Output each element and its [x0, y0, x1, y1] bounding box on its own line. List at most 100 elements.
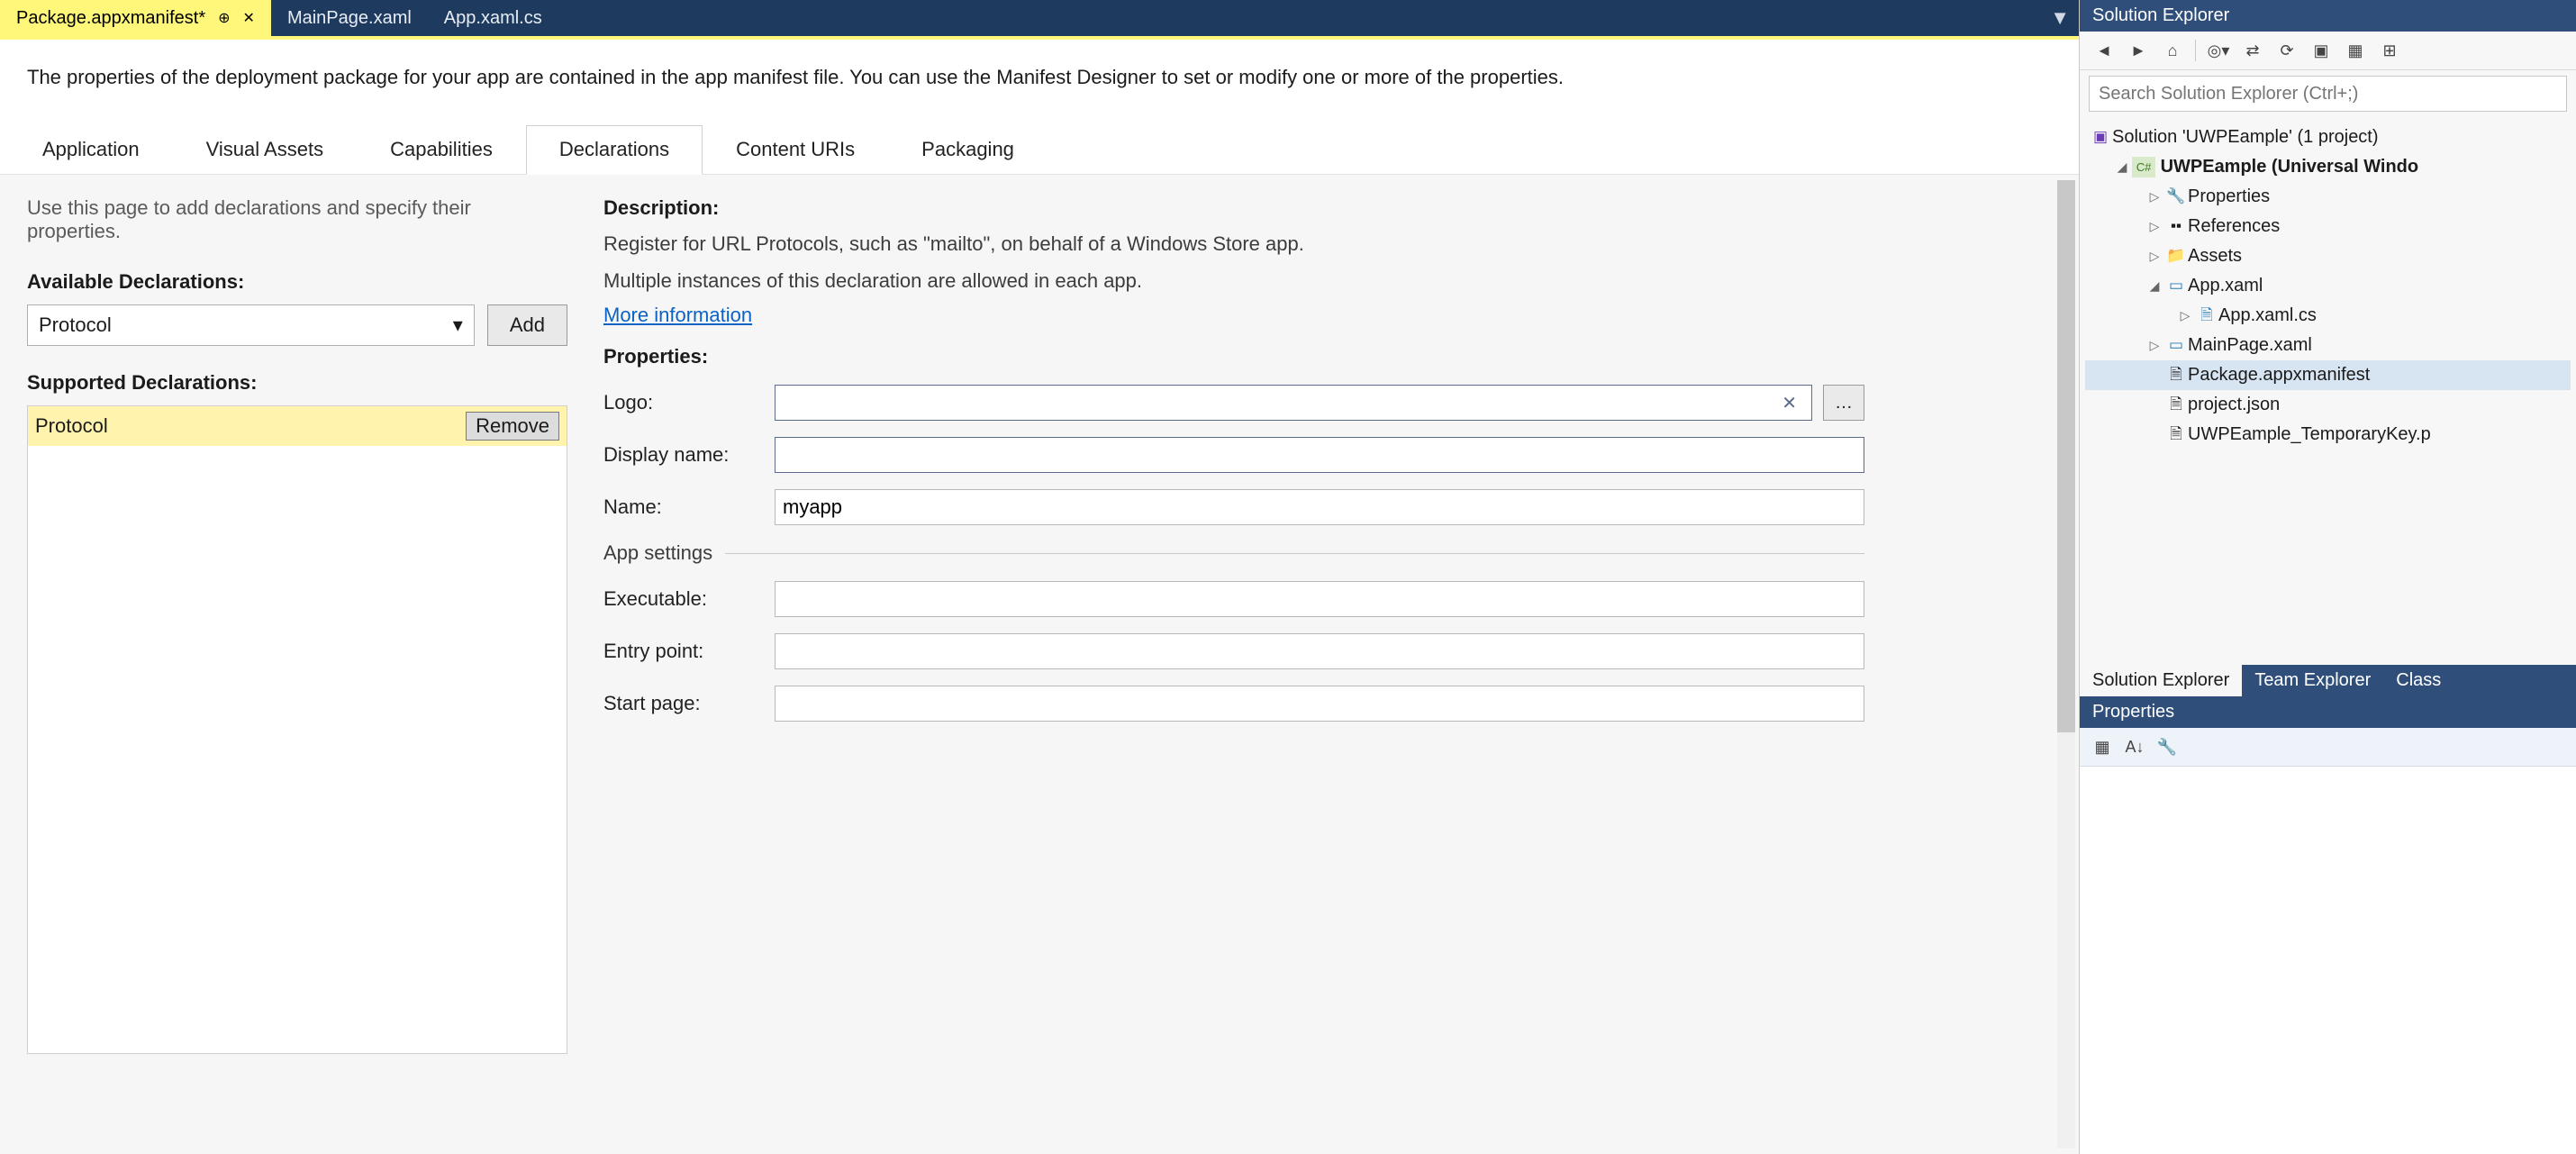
tab-mainpage-xaml[interactable]: MainPage.xaml: [271, 0, 428, 36]
categorized-icon[interactable]: ▦: [2091, 735, 2114, 759]
folder-icon: 📁: [2164, 243, 2188, 268]
tab-package-manifest[interactable]: Package.appxmanifest* ⊕ ✕: [0, 0, 271, 36]
editor-area: Package.appxmanifest* ⊕ ✕ MainPage.xaml …: [0, 0, 2079, 1154]
close-icon[interactable]: ✕: [243, 9, 255, 27]
app-xaml-cs-node[interactable]: ▷🗎App.xaml.cs: [2085, 301, 2571, 331]
tab-app-xaml-cs[interactable]: App.xaml.cs: [428, 0, 558, 36]
subtab-capabilities[interactable]: Capabilities: [357, 124, 526, 174]
solution-search: [2089, 76, 2567, 112]
declarations-right-column: Description: Register for URL Protocols,…: [603, 196, 1864, 1132]
entry-point-label: Entry point:: [603, 640, 775, 663]
show-all-icon[interactable]: ▦: [2344, 39, 2367, 62]
vertical-scrollbar[interactable]: [2057, 180, 2075, 1149]
supported-declarations-list: Protocol Remove: [27, 405, 567, 1054]
add-button[interactable]: Add: [487, 304, 567, 346]
subtab-packaging[interactable]: Packaging: [888, 124, 1048, 174]
tab-overflow-dropdown[interactable]: ▼: [2041, 0, 2079, 36]
supported-declarations-heading: Supported Declarations:: [27, 371, 567, 395]
subtab-visual-assets[interactable]: Visual Assets: [173, 124, 357, 174]
app-xaml-node[interactable]: ◢▭App.xaml: [2085, 271, 2571, 301]
clear-logo-icon[interactable]: ✕: [1782, 392, 1804, 414]
properties-panel: Properties ▦ A↓ 🔧: [2080, 696, 2576, 1154]
properties-body: [2080, 767, 2576, 1154]
properties-toolbar: ▦ A↓ 🔧: [2080, 728, 2576, 767]
name-label: Name:: [603, 495, 775, 519]
properties-wrench-icon[interactable]: 🔧: [2155, 735, 2179, 759]
properties-node[interactable]: ▷🔧Properties: [2085, 182, 2571, 212]
tab-solution-explorer[interactable]: Solution Explorer: [2080, 665, 2242, 696]
properties-icon[interactable]: ⊞: [2378, 39, 2401, 62]
references-icon: ▪▪: [2164, 214, 2188, 239]
assets-node[interactable]: ▷📁Assets: [2085, 241, 2571, 271]
chevron-down-icon: ▾: [453, 313, 463, 337]
name-input[interactable]: [775, 489, 1864, 525]
xaml-icon: ▭: [2164, 273, 2188, 298]
cs-file-icon: 🗎: [2195, 303, 2218, 328]
subtab-content-uris[interactable]: Content URIs: [703, 124, 888, 174]
manifest-section-tabs: Application Visual Assets Capabilities D…: [0, 124, 2079, 175]
expand-icon[interactable]: ◢: [2112, 157, 2132, 177]
entry-point-input[interactable]: [775, 633, 1864, 669]
description-line-2: Multiple instances of this declaration a…: [603, 268, 1864, 295]
start-page-input[interactable]: [775, 686, 1864, 722]
project-json-node[interactable]: 🗎project.json: [2085, 390, 2571, 420]
solution-tree: ▣Solution 'UWPEample' (1 project) ◢C# UW…: [2080, 119, 2576, 453]
solution-explorer-title: Solution Explorer: [2080, 0, 2576, 32]
subtab-application[interactable]: Application: [9, 124, 173, 174]
subtab-declarations[interactable]: Declarations: [526, 125, 703, 175]
document-tab-bar: Package.appxmanifest* ⊕ ✕ MainPage.xaml …: [0, 0, 2079, 36]
description-heading: Description:: [603, 196, 1864, 220]
home-icon[interactable]: ⌂: [2161, 39, 2184, 62]
declarations-left-column: Use this page to add declarations and sp…: [27, 196, 603, 1132]
json-icon: 🗎: [2164, 392, 2188, 417]
project-node[interactable]: ◢C# UWPEample (Universal Windo: [2085, 152, 2571, 182]
manifest-node[interactable]: 🗎Package.appxmanifest: [2085, 360, 2571, 390]
available-declarations-heading: Available Declarations:: [27, 270, 567, 294]
executable-input[interactable]: [775, 581, 1864, 617]
key-icon: 🗎: [2164, 422, 2188, 447]
manifest-icon: 🗎: [2164, 362, 2188, 387]
scrollbar-thumb[interactable]: [2057, 180, 2075, 732]
solution-icon: ▣: [2089, 124, 2112, 150]
back-icon[interactable]: ◄: [2092, 39, 2116, 62]
tab-team-explorer[interactable]: Team Explorer: [2242, 665, 2383, 696]
solution-node[interactable]: ▣Solution 'UWPEample' (1 project): [2085, 123, 2571, 152]
browse-logo-button[interactable]: …: [1823, 385, 1864, 421]
refresh-icon[interactable]: ⟳: [2275, 39, 2299, 62]
supported-item-protocol[interactable]: Protocol Remove: [28, 406, 567, 446]
intro-text: The properties of the deployment package…: [0, 40, 2079, 104]
tab-label: Package.appxmanifest*: [16, 8, 205, 29]
properties-panel-title: Properties: [2080, 696, 2576, 728]
page-hint: Use this page to add declarations and sp…: [27, 196, 567, 243]
supported-item-label: Protocol: [35, 414, 108, 438]
forward-icon[interactable]: ►: [2127, 39, 2150, 62]
available-declarations-select[interactable]: Protocol ▾: [27, 304, 475, 346]
scope-icon[interactable]: ◎▾: [2207, 39, 2230, 62]
select-value: Protocol: [39, 313, 112, 337]
side-panels: Solution Explorer ◄ ► ⌂ ◎▾ ⇄ ⟳ ▣ ▦ ⊞ ▣So…: [2079, 0, 2576, 1154]
display-name-input[interactable]: [775, 437, 1864, 473]
display-name-label: Display name:: [603, 443, 775, 467]
tempkey-node[interactable]: 🗎UWPEample_TemporaryKey.p: [2085, 420, 2571, 450]
properties-heading: Properties:: [603, 345, 1864, 368]
pin-icon[interactable]: ⊕: [218, 9, 230, 27]
logo-label: Logo:: [603, 391, 775, 414]
references-node[interactable]: ▷▪▪References: [2085, 212, 2571, 241]
collapse-icon[interactable]: ▣: [2309, 39, 2333, 62]
side-panel-tabs: Solution Explorer Team Explorer Class: [2080, 665, 2576, 696]
app-settings-section: App settings: [603, 541, 1864, 565]
logo-input[interactable]: ✕: [775, 385, 1812, 421]
xaml-icon: ▭: [2164, 332, 2188, 358]
declarations-body: Use this page to add declarations and sp…: [0, 175, 2079, 1154]
sync-icon[interactable]: ⇄: [2241, 39, 2264, 62]
remove-button[interactable]: Remove: [466, 412, 559, 441]
more-information-link[interactable]: More information: [603, 304, 752, 326]
mainpage-node[interactable]: ▷▭MainPage.xaml: [2085, 331, 2571, 360]
executable-label: Executable:: [603, 587, 775, 611]
tab-class-view[interactable]: Class: [2383, 665, 2454, 696]
description-line-1: Register for URL Protocols, such as "mai…: [603, 231, 1864, 259]
alphabetical-icon[interactable]: A↓: [2123, 735, 2146, 759]
wrench-icon: 🔧: [2164, 184, 2188, 209]
solution-explorer-toolbar: ◄ ► ⌂ ◎▾ ⇄ ⟳ ▣ ▦ ⊞: [2080, 32, 2576, 70]
solution-search-input[interactable]: [2089, 76, 2567, 112]
